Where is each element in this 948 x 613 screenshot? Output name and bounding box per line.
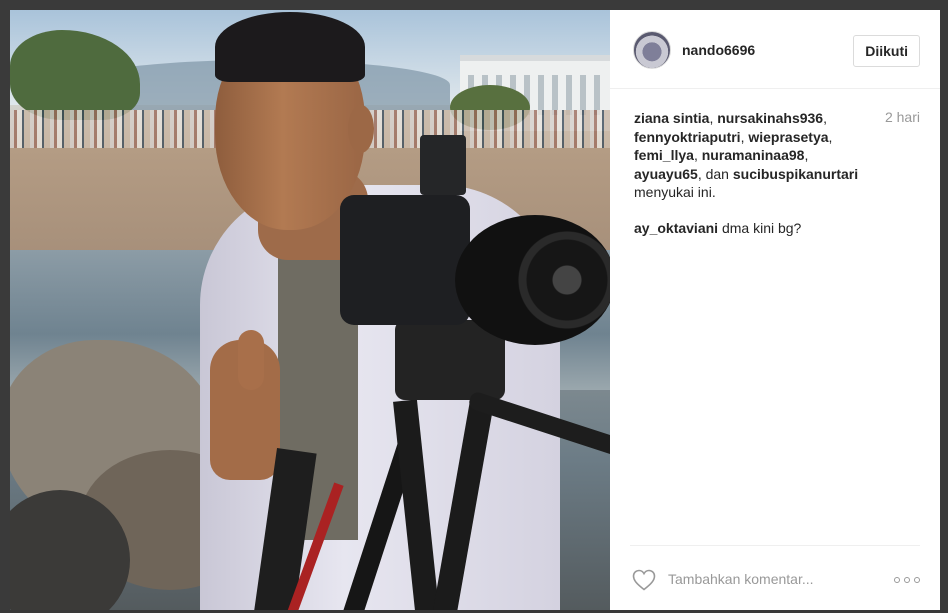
- post-photo[interactable]: [10, 10, 610, 610]
- post-modal: nando6696 Diikuti ziana sintia, nursakin…: [10, 10, 940, 610]
- photo-person-thumb: [238, 330, 264, 390]
- post-footer: [630, 545, 920, 610]
- likes-summary: ziana sintia, nursakinahs936, fennyoktri…: [634, 110, 859, 200]
- likes-suffix: menyukai ini.: [634, 184, 716, 200]
- and-word: dan: [705, 165, 729, 182]
- photo-camera-flash: [420, 135, 466, 195]
- liker-link[interactable]: nursakinahs936: [717, 110, 823, 126]
- photo-camera-lens: [455, 215, 610, 345]
- add-comment-input[interactable]: [668, 569, 868, 589]
- liker-link[interactable]: femi_llya: [634, 147, 694, 163]
- liker-link[interactable]: nuramaninaa98: [702, 147, 805, 163]
- dot: [894, 577, 900, 583]
- avatar[interactable]: [633, 31, 671, 69]
- liker-link[interactable]: sucibuspikanurtari: [733, 166, 858, 182]
- dot: [904, 577, 910, 583]
- comment-username[interactable]: ay_oktaviani: [634, 220, 718, 236]
- more-options-icon[interactable]: [894, 577, 920, 583]
- post-username[interactable]: nando6696: [682, 42, 755, 58]
- photo-person-ear: [348, 105, 374, 153]
- comment-item: ay_oktaviani dma kini bg?: [634, 220, 801, 236]
- post-timestamp[interactable]: 2 hari: [885, 109, 920, 125]
- comment-text: dma kini bg?: [721, 220, 802, 236]
- photo-person-hair: [215, 12, 365, 82]
- post-header: nando6696 Diikuti: [610, 10, 940, 89]
- photo-camera-body: [340, 195, 470, 325]
- liker-link[interactable]: ayuayu65: [634, 166, 698, 182]
- liker-link[interactable]: ziana sintia: [634, 110, 709, 126]
- dot: [914, 577, 920, 583]
- post-side-panel: nando6696 Diikuti ziana sintia, nursakin…: [610, 10, 940, 610]
- following-button[interactable]: Diikuti: [853, 35, 920, 67]
- liker-link[interactable]: wieprasetya: [748, 129, 828, 145]
- liker-link[interactable]: fennyoktriaputri: [634, 129, 741, 145]
- heart-icon[interactable]: [632, 569, 656, 591]
